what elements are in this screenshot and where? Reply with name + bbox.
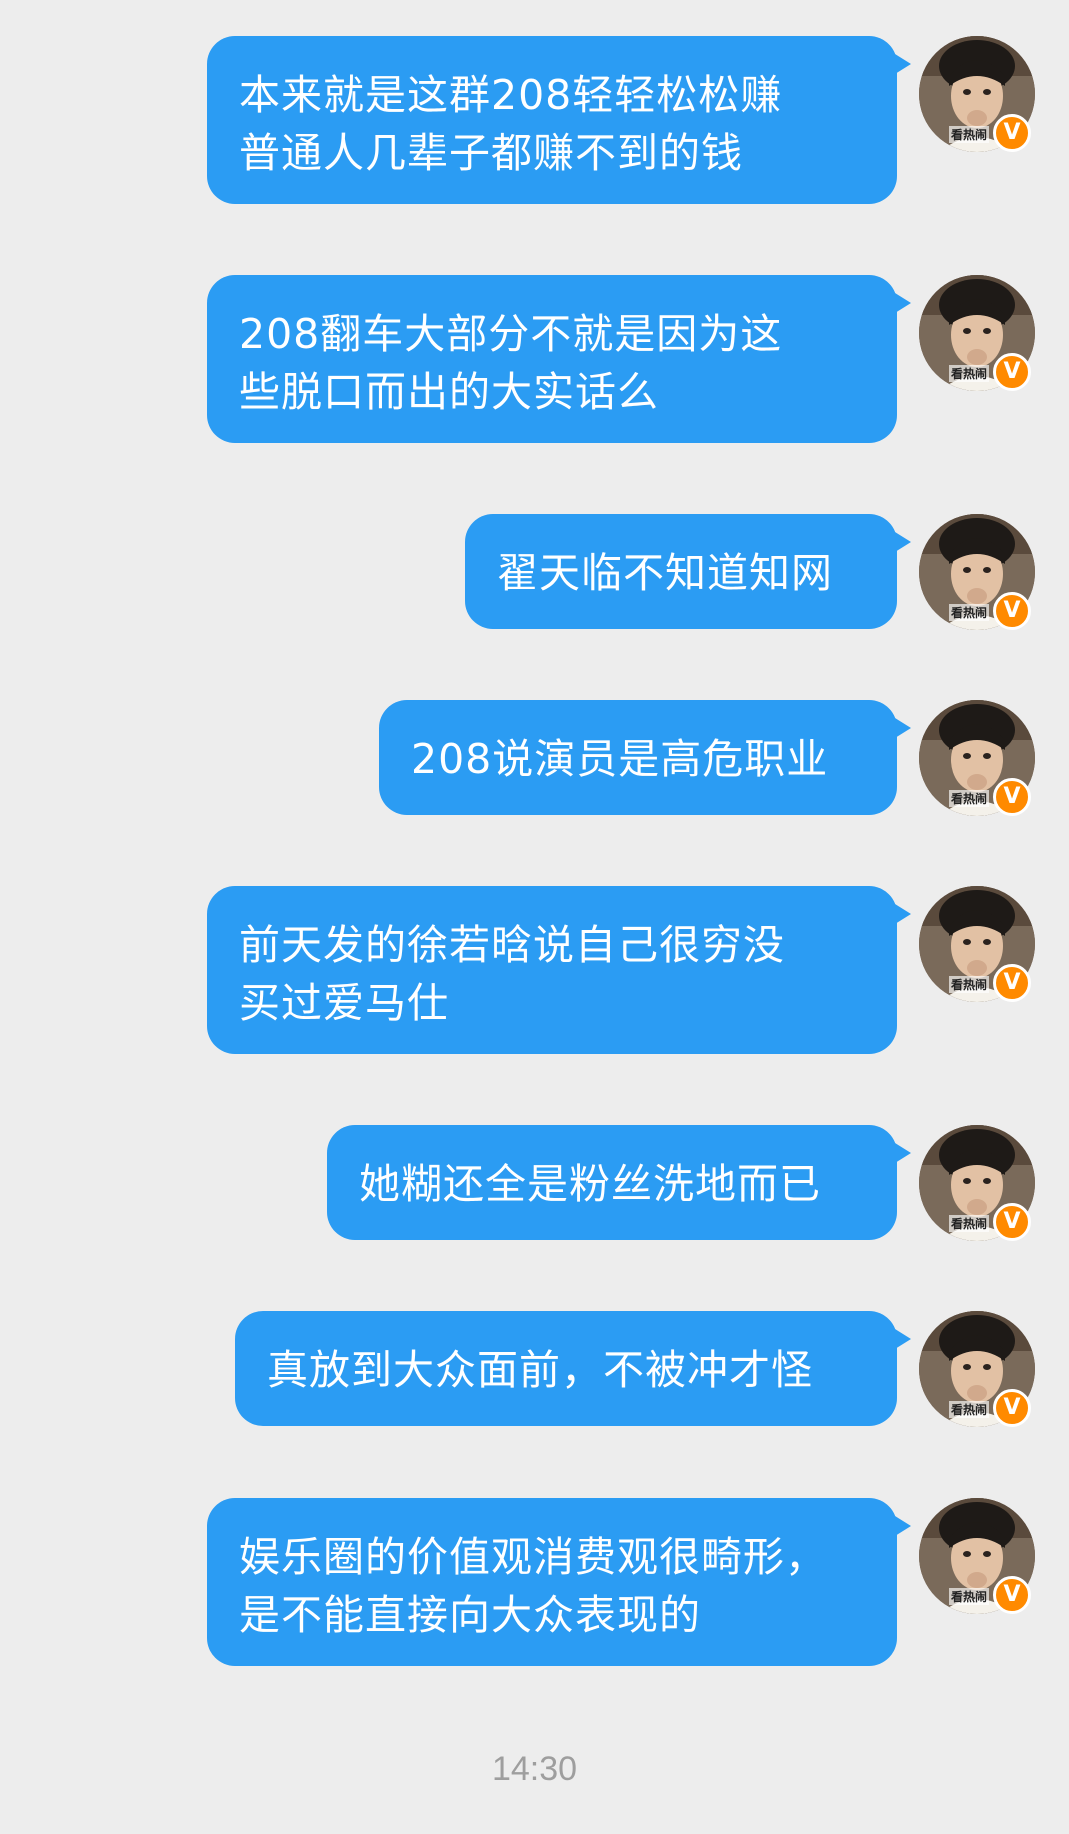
avatar-watermark: 看热闹	[948, 126, 989, 143]
verified-v-badge-icon: V	[993, 778, 1031, 816]
verified-v-badge-icon: V	[993, 964, 1031, 1002]
message-line: 真放到大众面前，不被冲才怪	[267, 1346, 813, 1394]
message-bubble[interactable]: 本来就是这群208轻轻松松赚 普通人几辈子都赚不到的钱	[207, 36, 911, 204]
message-bubble[interactable]: 前天发的徐若晗说自己很穷没 买过爱马仕	[207, 886, 911, 1054]
message-bubble[interactable]: 娱乐圈的价值观消费观很畸形， 是不能直接向大众表现的	[207, 1498, 911, 1666]
message-line: 前天发的徐若晗说自己很穷没	[239, 921, 785, 969]
message-line: 普通人几辈子都赚不到的钱	[239, 129, 743, 177]
message-bubble[interactable]: 208说演员是高危职业	[379, 700, 911, 815]
message-line: 208说演员是高危职业	[411, 735, 829, 783]
message-line: 翟天临不知道知网	[497, 549, 833, 597]
message-bubble[interactable]: 真放到大众面前，不被冲才怪	[235, 1311, 911, 1426]
message-line: 是不能直接向大众表现的	[239, 1591, 701, 1639]
verified-v-badge-icon: V	[993, 1203, 1031, 1241]
message-line: 208翻车大部分不就是因为这	[239, 310, 783, 358]
message-line: 本来就是这群208轻轻松松赚	[239, 71, 783, 119]
message-bubble[interactable]: 她糊还全是粉丝洗地而已	[327, 1125, 911, 1240]
avatar-watermark: 看热闹	[948, 1401, 989, 1418]
verified-v-badge-icon: V	[993, 592, 1031, 630]
avatar-watermark: 看热闹	[948, 365, 989, 382]
message-line: 些脱口而出的大实话么	[239, 368, 659, 416]
chat-thread: 本来就是这群208轻轻松松赚 普通人几辈子都赚不到的钱 看热闹 V 208翻车大…	[0, 0, 1069, 1834]
message-bubble[interactable]: 208翻车大部分不就是因为这 些脱口而出的大实话么	[207, 275, 911, 443]
message-line: 她糊还全是粉丝洗地而已	[359, 1160, 821, 1208]
avatar-watermark: 看热闹	[948, 790, 989, 807]
verified-v-badge-icon: V	[993, 1389, 1031, 1427]
avatar-watermark: 看热闹	[948, 976, 989, 993]
avatar-watermark: 看热闹	[948, 604, 989, 621]
verified-v-badge-icon: V	[993, 114, 1031, 152]
message-line: 买过爱马仕	[239, 979, 449, 1027]
verified-v-badge-icon: V	[993, 353, 1031, 391]
message-line: 娱乐圈的价值观消费观很畸形，	[239, 1533, 827, 1581]
timestamp: 14:30	[491, 1750, 578, 1788]
message-bubble[interactable]: 翟天临不知道知网	[465, 514, 911, 629]
verified-v-badge-icon: V	[993, 1576, 1031, 1614]
avatar-watermark: 看热闹	[948, 1588, 989, 1605]
avatar-watermark: 看热闹	[948, 1215, 989, 1232]
